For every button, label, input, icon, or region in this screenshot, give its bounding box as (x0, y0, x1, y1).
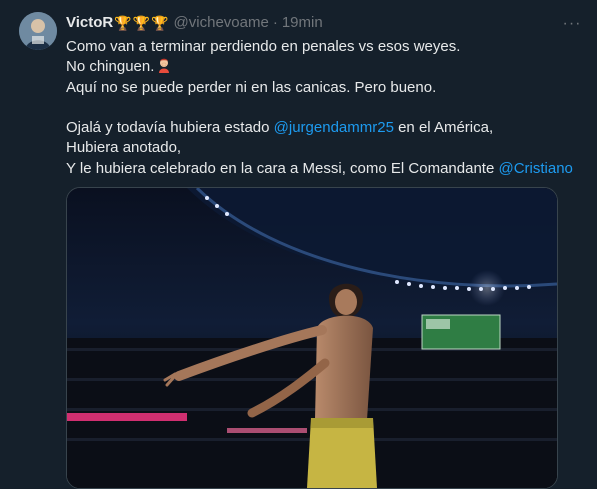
name-badges: 🏆 🏆 🏆 (114, 13, 169, 33)
tweet-text: Como van a terminar perdiendo en penales… (66, 37, 586, 179)
line-spacer (66, 98, 586, 118)
tweet-line: Como van a terminar perdiendo en penales… (66, 38, 461, 55)
tweet-line-text: Y le hubiera celebrado en la cara a Mess… (66, 159, 499, 177)
tweet-card[interactable]: VictoR 🏆 🏆 🏆 @vichevoame · 19min ··· Com… (0, 0, 597, 489)
author-name[interactable]: VictoR (66, 13, 113, 33)
avatar-image (19, 12, 57, 50)
tweet-header: VictoR 🏆 🏆 🏆 @vichevoame · 19min (66, 13, 323, 33)
separator-dot: · (272, 14, 278, 31)
tweet-media-photo[interactable] (66, 187, 558, 489)
person-facepalming-icon (157, 58, 171, 74)
trophy-icon: 🏆 (114, 15, 132, 31)
tweet-line: Ojalá y todavía hubiera estado @jurgenda… (66, 118, 586, 138)
mention-link[interactable]: @jurgendammr25 (274, 119, 394, 136)
author-handle[interactable]: @vichevoame (174, 13, 269, 33)
mention-link[interactable]: @Cristiano (498, 160, 572, 177)
trophy-icon: 🏆 (151, 15, 169, 31)
tweet-line: Hubiera anotado, (66, 139, 182, 157)
more-options-icon[interactable]: ··· (560, 12, 584, 36)
stadium-photo (67, 188, 557, 488)
avatar[interactable] (19, 12, 57, 50)
tweet-line-text: No chinguen. (66, 58, 155, 76)
tweet-line-text: en el América, (393, 119, 494, 137)
tweet-line: Aquí no se puede perder ni en las canica… (66, 78, 437, 96)
tweet-line: No chinguen. (66, 57, 586, 77)
timestamp[interactable]: 19min (282, 13, 323, 33)
tweet-line-text: Ojalá y todavía hubiera estado (66, 119, 274, 137)
tweet-line: Y le hubiera celebrado en la cara a Mess… (66, 159, 586, 179)
trophy-icon: 🏆 (132, 15, 151, 31)
